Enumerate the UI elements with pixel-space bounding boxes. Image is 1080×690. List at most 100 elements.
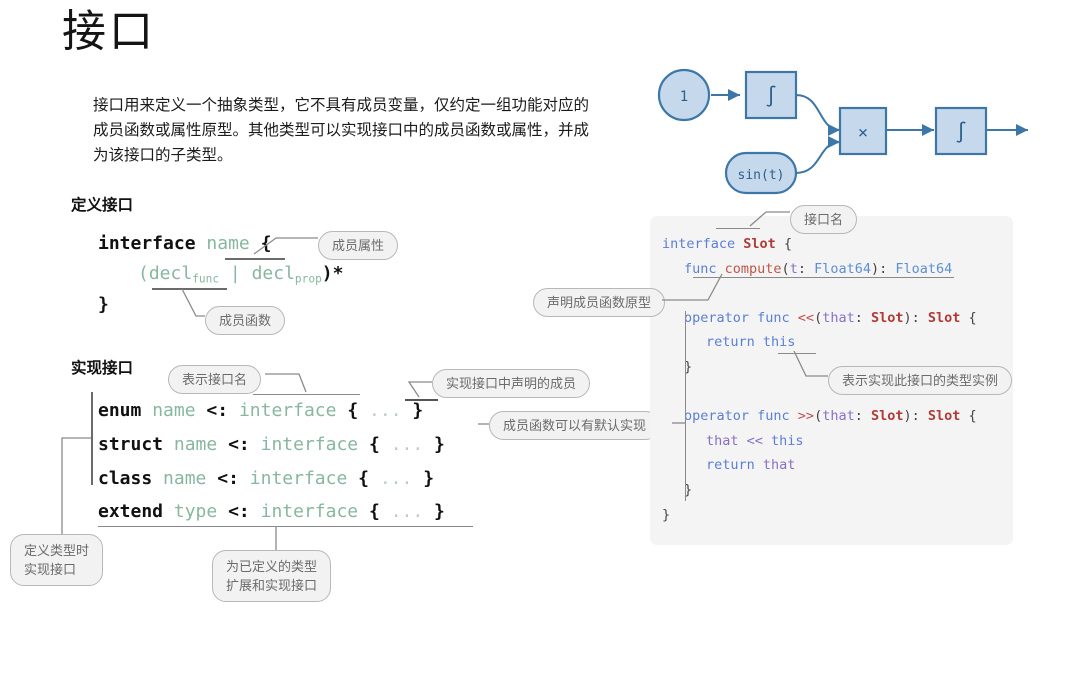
callout-implements-declared-members: 实现接口中声明的成员 (432, 369, 591, 398)
sp (163, 501, 174, 522)
sp (250, 501, 261, 522)
define-syntax-line-1: interface name { (98, 233, 271, 254)
code-token: Slot (870, 309, 904, 326)
implement-row-extend: extend type <: interface { ... } (98, 501, 445, 522)
code-token: ): (903, 309, 928, 326)
row-name: type (173, 501, 218, 522)
bubble-line: 实现接口 (24, 562, 77, 577)
code-token: << (797, 309, 815, 326)
callout-extend-existing-type: 为已定义的类型 扩展和实现接口 (212, 550, 332, 602)
flow-diagram: 1 ∫ sin(t) × ∫ (657, 68, 1028, 195)
callout-define-type-implement: 定义类型时 实现接口 (10, 534, 104, 586)
row-keyword: struct (98, 434, 164, 455)
leader-implements-declared-members (407, 381, 432, 398)
callout-member-property: 成员属性 (318, 231, 399, 260)
row-interface: interface (260, 501, 359, 522)
row-subtype-op: <: (217, 468, 239, 489)
leader-define-type-implement (61, 437, 91, 534)
code-token: that (706, 432, 739, 449)
code-token: { (775, 236, 793, 252)
node-label-int1: ∫ (765, 84, 777, 108)
code-token: >> (797, 408, 815, 425)
code-token: interface (662, 236, 744, 252)
code-token: compute (724, 260, 782, 277)
sp (336, 400, 347, 421)
row-close-brace: } (412, 400, 424, 421)
decl-close-star: )* (321, 263, 344, 284)
sp (423, 501, 434, 522)
bracket-default-implementations (685, 311, 686, 501)
code-token: ): (903, 408, 928, 425)
code-token: ( (814, 408, 823, 425)
leader-member-function (181, 288, 205, 317)
row-subtype-op: <: (206, 400, 229, 421)
code-panel-line-10: return that (706, 457, 795, 473)
code-panel-line-12: } (662, 507, 670, 523)
code-token: this (771, 432, 804, 449)
code-panel-line-1: interface Slot { (662, 236, 792, 252)
code-token: Float64 (895, 260, 953, 277)
code-token: ( (781, 260, 790, 277)
node-label-sin: sin(t) (738, 168, 785, 183)
row-dots: ... (390, 434, 424, 455)
code-token: this (762, 334, 796, 351)
row-dots: ... (379, 468, 413, 489)
define-open-brace: { (260, 233, 272, 254)
row-keyword: extend (98, 501, 164, 522)
row-close-brace: } (434, 434, 445, 455)
row-interface: interface (238, 400, 337, 421)
code-token: Float64 (814, 260, 871, 277)
underline-declared-members (405, 399, 438, 401)
code-panel-line-9: that << this (706, 433, 804, 449)
callout-means-interface-name: 表示接口名 (168, 365, 262, 394)
code-panel-line-4: operator func <<(that: Slot): Slot { (684, 310, 977, 326)
row-open-brace: { (369, 434, 380, 455)
node-label-one: 1 (680, 89, 688, 105)
underline-compute-prototype (693, 277, 954, 278)
row-close-brace: } (423, 468, 435, 489)
decl-open: (decl (138, 263, 193, 284)
row-keyword: enum (98, 400, 142, 421)
define-syntax-line-2: (declfunc | declprop)* (138, 263, 343, 285)
space-1 (196, 233, 207, 254)
underline-slot-name (716, 228, 760, 229)
sp (380, 501, 391, 522)
code-token: ): (871, 260, 896, 277)
space-2 (250, 233, 261, 254)
underline-this-keyword (778, 353, 816, 354)
sp (402, 400, 413, 421)
underline-interface-name (253, 394, 360, 395)
code-token: operator func (684, 309, 798, 326)
page-title: 接口 (62, 7, 156, 56)
code-token: { (960, 408, 977, 425)
code-token: that (822, 408, 855, 425)
row-name: name (163, 468, 207, 489)
define-syntax-line-3: } (98, 294, 109, 315)
slide-root: 接口 接口用来定义一个抽象类型，它不具有成员变量，仅约定一组功能对应的成员函数或… (0, 0, 1080, 690)
sp (228, 400, 239, 421)
underline-member-property (225, 258, 285, 260)
sp (152, 468, 163, 489)
sp (196, 400, 207, 421)
code-token: Slot (927, 408, 961, 425)
row-dots: ... (369, 400, 402, 421)
row-open-brace: { (347, 400, 359, 421)
decl-func-sub: func (192, 272, 220, 286)
row-subtype-op: <: (228, 501, 250, 522)
row-open-brace: { (369, 501, 380, 522)
row-dots: ... (390, 501, 424, 522)
code-token: func (684, 260, 725, 277)
edge-int1-to-mul (795, 94, 841, 136)
code-token: ( (814, 309, 823, 326)
code-token: Slot (870, 408, 904, 425)
row-open-brace: { (358, 468, 369, 489)
row-interface: interface (260, 434, 359, 455)
sp (217, 434, 228, 455)
callout-member-function: 成员函数 (205, 306, 286, 335)
sp (412, 468, 423, 489)
row-name: name (152, 400, 196, 421)
code-panel-line-5: return this (706, 334, 795, 350)
code-token: : (854, 408, 871, 425)
define-close-brace: } (98, 294, 109, 315)
code-panel-line-8: operator func >>(that: Slot): Slot { (684, 408, 977, 424)
